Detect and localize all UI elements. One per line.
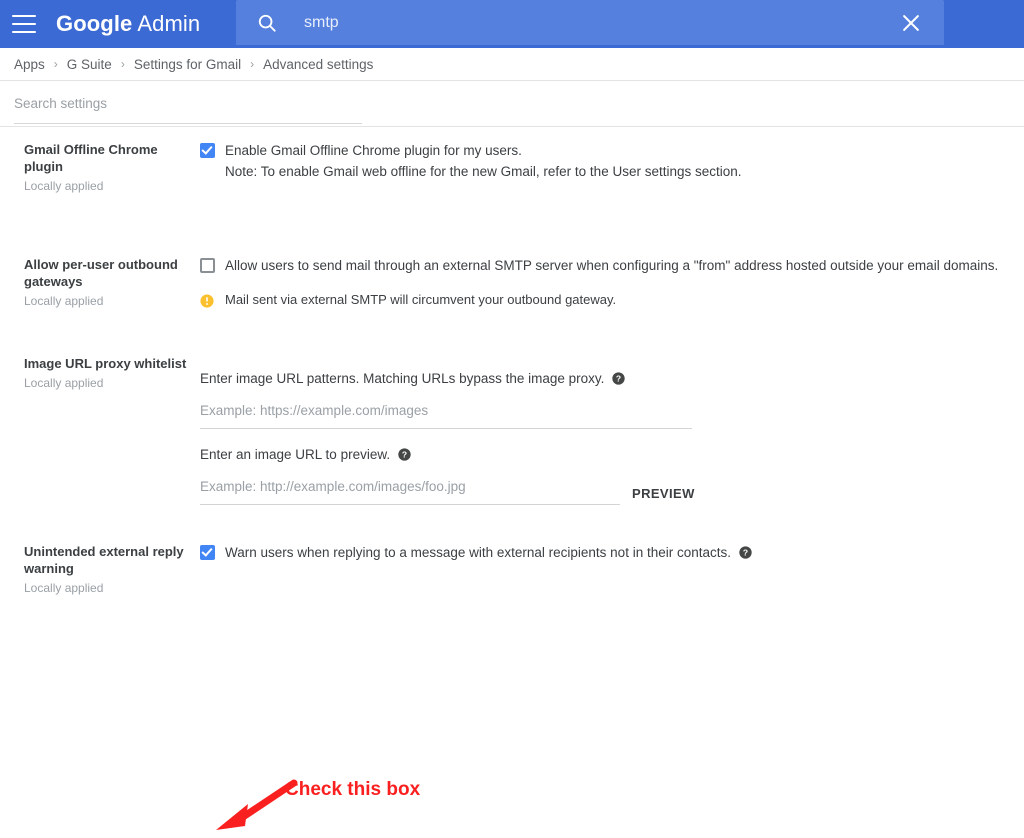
setting-row-gmail-offline-chrome-plugin: Gmail Offline Chrome plugin Locally appl… — [0, 127, 1024, 194]
breadcrumb-item-g-suite[interactable]: G Suite — [67, 57, 112, 72]
help-circle-icon[interactable]: ? — [612, 372, 625, 385]
annotation-text: Check this box — [285, 779, 421, 800]
setting-row-allow-per-user-outbound-gateways: Allow per-user outbound gateways Locally… — [0, 194, 1024, 309]
help-circle-icon[interactable]: ? — [739, 546, 752, 559]
breadcrumb-separator-icon: › — [250, 57, 255, 71]
enable-offline-plugin-note: Note: To enable Gmail web offline for th… — [225, 164, 742, 179]
warn-external-reply-label: Warn users when replying to a message wi… — [225, 545, 731, 560]
breadcrumb-item-advanced-settings[interactable]: Advanced settings — [263, 57, 373, 72]
setting-content: Enable Gmail Offline Chrome plugin for m… — [200, 141, 1024, 181]
svg-text:?: ? — [402, 449, 407, 459]
breadcrumb: Apps › G Suite › Settings for Gmail › Ad… — [0, 48, 1024, 81]
image-url-preview-placeholder: Example: http://example.com/images/foo.j… — [200, 479, 466, 494]
enable-offline-plugin-row[interactable]: Enable Gmail Offline Chrome plugin for m… — [200, 141, 1024, 181]
setting-row-unintended-external-reply-warning: Unintended external reply warning Locall… — [0, 505, 1024, 596]
setting-scope: Locally applied — [24, 294, 104, 308]
search-settings-bar: Search settings — [0, 81, 1024, 127]
allow-external-smtp-checkbox[interactable] — [200, 258, 215, 273]
brand-admin: Admin — [137, 11, 201, 36]
global-search-input[interactable]: smtp — [304, 14, 900, 32]
warning-icon — [200, 294, 214, 308]
brand-title: Google Admin — [56, 11, 200, 37]
setting-label-block: Unintended external reply warning Locall… — [24, 543, 200, 596]
smtp-warning-text: Mail sent via external SMTP will circumv… — [225, 292, 617, 307]
help-circle-icon[interactable]: ? — [398, 448, 411, 461]
setting-title: Image URL proxy whitelist — [24, 356, 187, 371]
smtp-warning: Mail sent via external SMTP will circumv… — [200, 291, 1024, 309]
warn-external-reply-checkbox[interactable] — [200, 545, 215, 560]
svg-text:?: ? — [616, 373, 621, 383]
image-url-preview-label-block: Enter an image URL to preview. ? — [200, 445, 1024, 464]
enable-offline-plugin-checkbox[interactable] — [200, 143, 215, 158]
setting-label-block: Allow per-user outbound gateways Locally… — [24, 256, 200, 309]
enable-offline-plugin-label: Enable Gmail Offline Chrome plugin for m… — [225, 143, 522, 158]
app-bar: Google Admin smtp — [0, 0, 1024, 48]
allow-external-smtp-row[interactable]: Allow users to send mail through an exte… — [200, 256, 1024, 275]
image-url-patterns-label-block: Enter image URL patterns. Matching URLs … — [200, 369, 1024, 388]
svg-text:?: ? — [743, 547, 748, 557]
image-url-preview-row: Example: http://example.com/images/foo.j… — [200, 464, 1024, 505]
setting-scope: Locally applied — [24, 376, 104, 390]
setting-title: Unintended external reply warning — [24, 544, 184, 576]
hamburger-menu-icon[interactable] — [12, 15, 36, 33]
search-icon — [258, 14, 276, 32]
setting-label-block: Gmail Offline Chrome plugin Locally appl… — [24, 141, 200, 194]
setting-row-image-url-proxy-whitelist: Image URL proxy whitelist Locally applie… — [0, 309, 1024, 505]
brand-google: Google — [56, 11, 133, 36]
breadcrumb-item-apps[interactable]: Apps — [14, 57, 45, 72]
setting-content: Warn users when replying to a message wi… — [200, 543, 1024, 562]
image-url-patterns-placeholder: Example: https://example.com/images — [200, 403, 429, 418]
close-icon[interactable] — [900, 12, 922, 34]
setting-label-block: Image URL proxy whitelist Locally applie… — [24, 355, 200, 391]
setting-scope: Locally applied — [24, 179, 104, 193]
allow-external-smtp-label: Allow users to send mail through an exte… — [225, 258, 999, 273]
search-settings-placeholder: Search settings — [14, 96, 108, 111]
search-settings-input[interactable]: Search settings — [14, 95, 362, 124]
breadcrumb-item-settings-for-gmail[interactable]: Settings for Gmail — [134, 57, 241, 72]
setting-content: Allow users to send mail through an exte… — [200, 256, 1024, 309]
warn-external-reply-row[interactable]: Warn users when replying to a message wi… — [200, 543, 1024, 562]
setting-content: Enter image URL patterns. Matching URLs … — [200, 355, 1024, 505]
image-url-patterns-label: Enter image URL patterns. Matching URLs … — [200, 371, 605, 386]
image-url-patterns-input[interactable]: Example: https://example.com/images — [200, 388, 692, 429]
global-search-box[interactable]: smtp — [236, 0, 944, 45]
red-arrow-icon — [216, 779, 298, 830]
breadcrumb-separator-icon: › — [53, 57, 58, 71]
setting-title: Allow per-user outbound gateways — [24, 257, 178, 289]
warn-external-reply-label-block: Warn users when replying to a message wi… — [225, 543, 752, 562]
settings-list: Gmail Offline Chrome plugin Locally appl… — [0, 127, 1024, 830]
setting-scope: Locally applied — [24, 581, 104, 595]
setting-title: Gmail Offline Chrome plugin — [24, 142, 158, 174]
breadcrumb-separator-icon: › — [120, 57, 125, 71]
image-url-preview-input[interactable]: Example: http://example.com/images/foo.j… — [200, 464, 620, 505]
image-url-preview-label: Enter an image URL to preview. — [200, 447, 391, 462]
preview-button[interactable]: PREVIEW — [632, 486, 695, 501]
